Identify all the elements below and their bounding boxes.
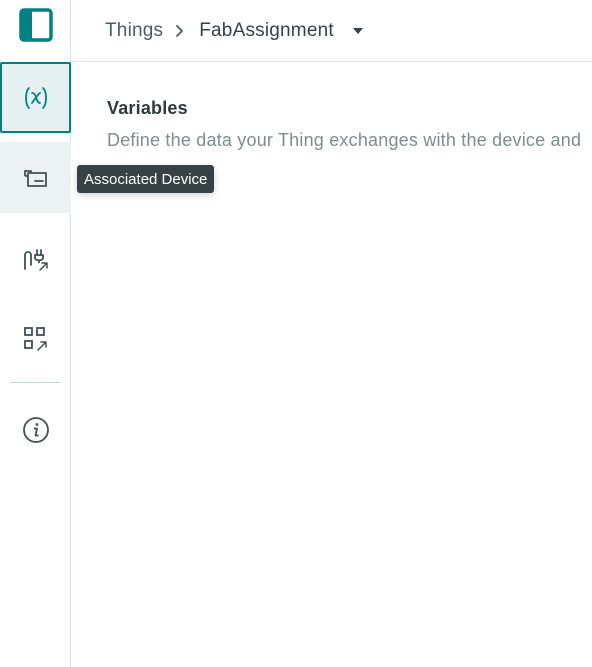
sidebar-toggle-button[interactable]: [0, 0, 71, 50]
breadcrumb-current-thing: FabAssignment: [199, 19, 334, 41]
breadcrumb-things-link[interactable]: Things: [105, 20, 163, 42]
device-icon: [23, 169, 47, 187]
sidebar-divider: [10, 382, 60, 383]
sidebar-item-network[interactable]: [0, 223, 71, 294]
sidebar: [0, 0, 71, 667]
sidebar-item-sketch[interactable]: [0, 303, 71, 374]
variables-section: Variables Define the data your Thing exc…: [107, 98, 592, 151]
variable-icon: [24, 86, 47, 109]
top-header: Things FabAssignment: [71, 0, 592, 62]
section-title: Variables: [107, 98, 188, 118]
sidebar-item-info[interactable]: [0, 394, 71, 465]
qr-sketch-icon: [23, 326, 47, 351]
associated-device-tooltip: Associated Device: [77, 165, 215, 193]
sidebar-item-associated-device[interactable]: [0, 142, 71, 213]
sidebar-item-variables[interactable]: [0, 62, 71, 133]
sidebar-panel-icon: [18, 8, 53, 42]
plug-icon: [23, 248, 48, 271]
chevron-right-icon: [175, 24, 185, 38]
info-icon: [22, 416, 49, 443]
section-description: Define the data your Thing exchanges wit…: [107, 130, 582, 150]
breadcrumb: Things FabAssignment: [105, 20, 364, 42]
caret-down-icon[interactable]: [352, 27, 364, 35]
